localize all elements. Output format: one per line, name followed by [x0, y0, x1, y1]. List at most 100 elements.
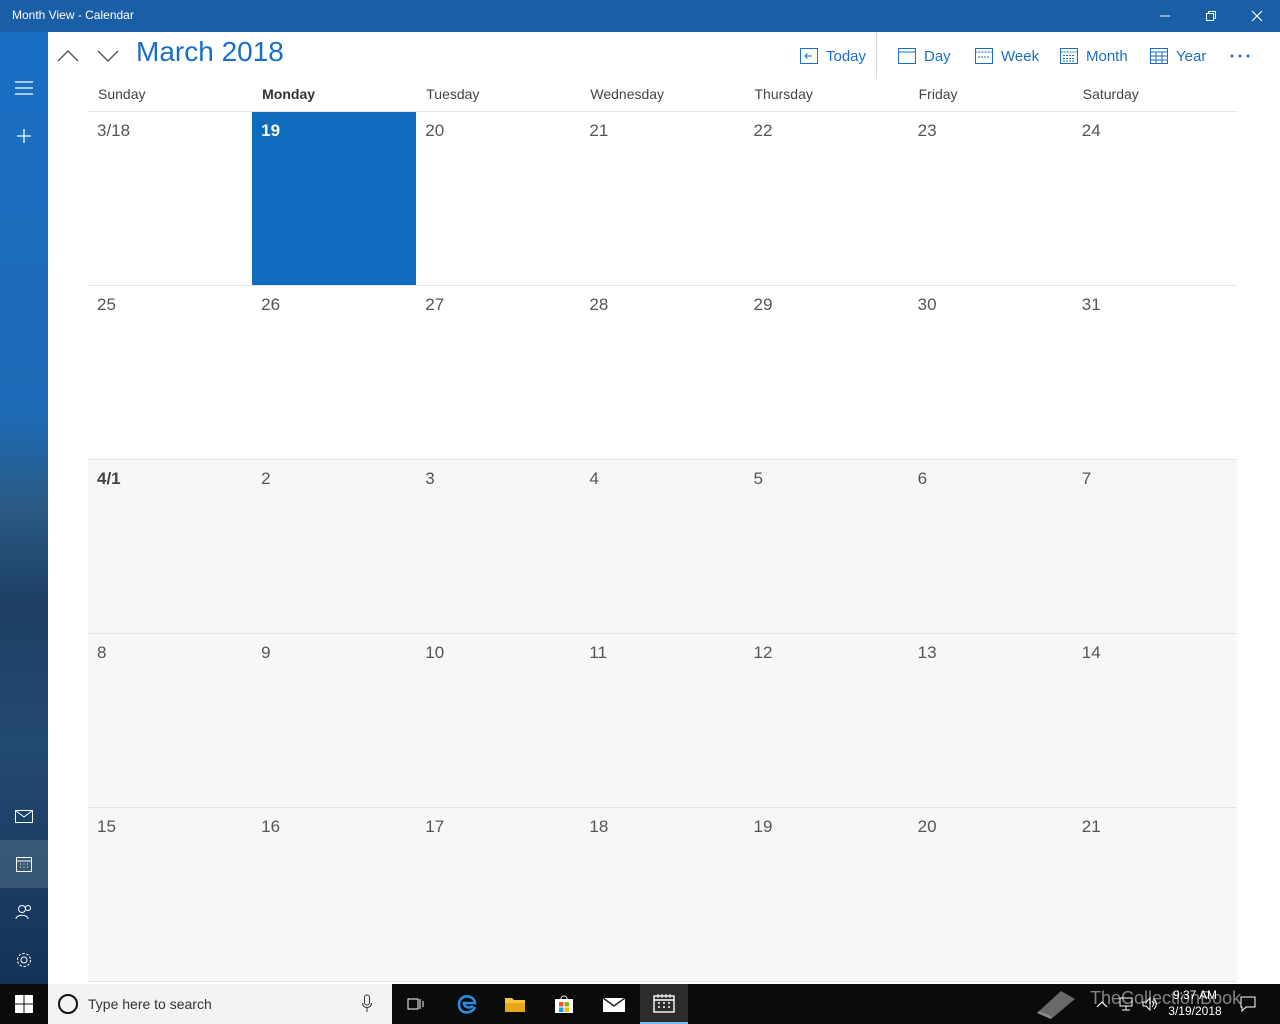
week-row: 15 16 17 18 19 20 21 — [88, 808, 1237, 982]
more-options-button[interactable] — [1226, 42, 1254, 70]
day-cell[interactable]: 6 — [909, 460, 1073, 633]
day-cell[interactable]: 3 — [416, 460, 580, 633]
navigation-rail — [0, 32, 48, 984]
close-icon — [1251, 10, 1263, 22]
day-cell[interactable]: 25 — [88, 286, 252, 459]
year-view-icon — [1150, 48, 1168, 64]
next-month-button[interactable] — [94, 42, 122, 70]
taskbar: Type here to search TheCollectionBook 9:… — [0, 984, 1280, 1024]
day-cell[interactable]: 29 — [745, 286, 909, 459]
day-cell[interactable]: 9 — [252, 634, 416, 807]
day-cell[interactable]: 5 — [745, 460, 909, 633]
edge-browser-button[interactable] — [446, 984, 488, 1024]
day-cell[interactable]: 12 — [745, 634, 909, 807]
day-cell[interactable]: 18 — [580, 808, 744, 981]
calendar-app-button[interactable] — [0, 840, 48, 888]
gear-icon — [17, 953, 31, 967]
day-cell[interactable]: 10 — [416, 634, 580, 807]
cortana-icon — [58, 994, 78, 1014]
show-hidden-icons-button[interactable] — [1092, 984, 1112, 1024]
toolbar-divider — [876, 32, 877, 79]
system-clock[interactable]: 9:37 AM 3/19/2018 — [1160, 987, 1230, 1019]
week-row: 8 9 10 11 12 13 14 — [88, 634, 1237, 808]
volume-button[interactable] — [1140, 984, 1160, 1024]
network-icon — [1119, 997, 1133, 1011]
chevron-up-icon — [1096, 1001, 1108, 1008]
start-button[interactable] — [0, 984, 48, 1024]
day-cell[interactable]: 11 — [580, 634, 744, 807]
day-label: Day — [924, 47, 951, 65]
day-cell[interactable]: 21 — [1073, 808, 1237, 981]
task-view-icon — [407, 998, 424, 1010]
calendar-icon — [653, 994, 675, 1013]
month-grid: Sunday Monday Tuesday Wednesday Thursday… — [88, 84, 1237, 982]
day-cell[interactable]: 20 — [909, 808, 1073, 981]
month-label: Month — [1086, 47, 1128, 65]
mail-taskbar-button[interactable] — [592, 984, 636, 1024]
folder-icon — [505, 998, 525, 1012]
minimize-icon — [1160, 15, 1170, 17]
people-app-button[interactable] — [0, 888, 48, 936]
day-cell[interactable]: 30 — [909, 286, 1073, 459]
day-cell[interactable]: 24 — [1073, 112, 1237, 285]
day-cell[interactable]: 7 — [1073, 460, 1237, 633]
close-button[interactable] — [1234, 0, 1280, 32]
day-cell[interactable]: 20 — [416, 112, 580, 285]
week-label: Week — [1001, 47, 1040, 65]
weekday-label: Sunday — [98, 86, 146, 102]
day-cell[interactable]: 2 — [252, 460, 416, 633]
today-button[interactable]: Today — [800, 44, 866, 68]
weekday-header-row: Sunday Monday Tuesday Wednesday Thursday… — [88, 84, 1237, 112]
day-cell[interactable]: 27 — [416, 286, 580, 459]
minimize-button[interactable] — [1142, 0, 1188, 32]
taskbar-search-box[interactable]: Type here to search — [48, 984, 392, 1024]
day-cell[interactable]: 31 — [1073, 286, 1237, 459]
day-cell[interactable]: 19 — [745, 808, 909, 981]
calendar-taskbar-button[interactable] — [640, 984, 688, 1024]
mail-app-button[interactable] — [0, 792, 48, 840]
week-view-button[interactable]: Week — [975, 44, 1039, 68]
network-button[interactable] — [1116, 984, 1136, 1024]
microsoft-store-button[interactable] — [542, 984, 586, 1024]
week-row: 3/18 19 20 21 22 23 24 — [88, 112, 1237, 286]
year-view-button[interactable]: Year — [1150, 44, 1206, 68]
day-cell-today[interactable]: 19 — [252, 112, 417, 285]
calendar-icon — [16, 857, 32, 872]
day-cell[interactable]: 17 — [416, 808, 580, 981]
day-cell[interactable]: 3/18 — [88, 112, 252, 285]
day-cell[interactable]: 14 — [1073, 634, 1237, 807]
day-cell[interactable]: 26 — [252, 286, 416, 459]
file-explorer-button[interactable] — [494, 984, 536, 1024]
chevron-down-icon — [97, 50, 119, 62]
day-cell[interactable]: 4 — [580, 460, 744, 633]
month-view-button[interactable]: Month — [1060, 44, 1128, 68]
day-cell[interactable]: 8 — [88, 634, 252, 807]
new-event-button[interactable] — [0, 112, 48, 160]
book-icon — [1037, 991, 1075, 1019]
settings-button[interactable] — [0, 936, 48, 984]
restore-button[interactable] — [1188, 0, 1234, 32]
day-cell[interactable]: 4/1 — [88, 460, 252, 633]
restore-icon — [1206, 11, 1216, 21]
hamburger-menu-button[interactable] — [0, 64, 48, 112]
day-cell[interactable]: 23 — [909, 112, 1073, 285]
day-cell[interactable]: 13 — [909, 634, 1073, 807]
day-view-button[interactable]: Day — [898, 44, 951, 68]
search-placeholder: Type here to search — [88, 996, 212, 1012]
action-center-button[interactable] — [1236, 984, 1260, 1024]
more-icon — [1230, 54, 1250, 58]
day-cell[interactable]: 22 — [745, 112, 909, 285]
notification-icon — [1240, 996, 1256, 1012]
day-cell[interactable]: 28 — [580, 286, 744, 459]
task-view-button[interactable] — [398, 984, 434, 1024]
day-cell[interactable]: 21 — [580, 112, 744, 285]
day-cell[interactable]: 15 — [88, 808, 252, 981]
year-label: Year — [1176, 47, 1207, 65]
plus-icon — [17, 129, 31, 143]
month-title: March 2018 — [136, 36, 284, 67]
people-icon — [15, 905, 31, 920]
weekday-label: Wednesday — [590, 86, 665, 102]
day-cell[interactable]: 16 — [252, 808, 416, 981]
previous-month-button[interactable] — [54, 42, 82, 70]
week-row: 4/1 2 3 4 5 6 7 — [88, 460, 1237, 634]
